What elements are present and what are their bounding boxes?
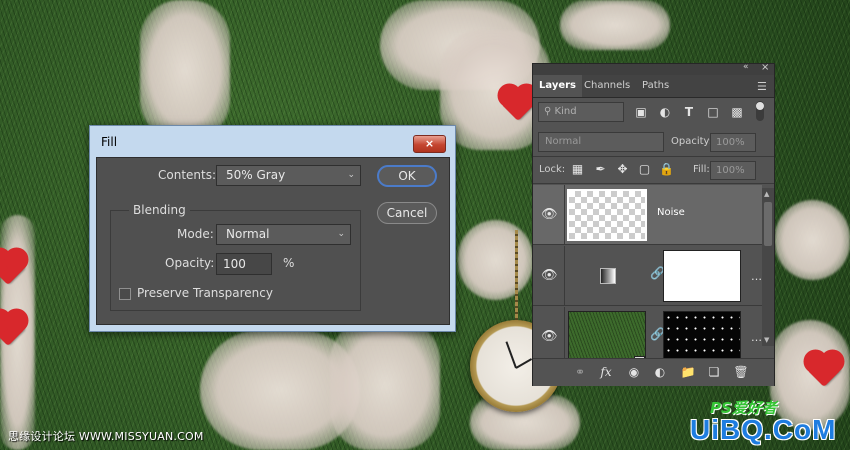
preserve-transparency-label[interactable]: Preserve Transparency (137, 286, 273, 300)
scroll-up-icon[interactable]: ▲ (764, 190, 769, 198)
opacity-unit: % (283, 256, 295, 270)
visibility-eye-icon[interactable]: 👁 (541, 207, 558, 223)
watermark-left: 思缘设计论坛 WWW.MISSYUAN.COM (8, 430, 204, 443)
mode-label: Mode: (177, 227, 214, 241)
new-layer-icon[interactable]: ❏ (705, 364, 723, 380)
visibility-eye-icon[interactable]: 👁 (541, 329, 558, 345)
collapse-icon[interactable]: « (743, 62, 749, 72)
mode-select[interactable]: Normal ⌄ (216, 224, 351, 245)
watermark-logo: UiBQ.CoM (690, 414, 837, 445)
shape-filter-icon[interactable]: □ (705, 104, 721, 120)
filter-kind-placeholder: Kind (554, 106, 577, 117)
mask-icon[interactable]: ◉ (625, 364, 643, 380)
layer-mask-thumbnail[interactable] (663, 311, 741, 363)
lock-transparent-icon[interactable]: ▦ (570, 162, 585, 177)
type-filter-icon[interactable]: T (681, 104, 697, 120)
search-icon: ⚲ (544, 106, 555, 117)
watch-chain (515, 230, 518, 325)
trash-icon[interactable]: 🗑 (732, 364, 750, 380)
dialog-titlebar[interactable]: Fill × (90, 126, 455, 156)
lock-artboard-icon[interactable]: ▢ (637, 162, 652, 177)
fur-letter-shape (140, 0, 230, 140)
ok-button[interactable]: OK (377, 165, 437, 187)
close-icon[interactable]: × (761, 62, 769, 73)
more-dots-icon: … (751, 270, 762, 283)
panel-menu-icon[interactable]: ☰ (757, 80, 767, 93)
contents-label: Contents: (158, 168, 217, 182)
opacity-input[interactable]: 100 (216, 253, 272, 275)
more-dots-icon: … (751, 331, 762, 344)
tab-layers[interactable]: Layers (533, 75, 582, 97)
fur-letter-shape (330, 320, 440, 450)
layer-row-noise[interactable]: 👁 Noise (533, 185, 762, 245)
fill-label: Fill: (693, 164, 710, 175)
tab-paths[interactable]: Paths (636, 75, 675, 97)
tab-channels[interactable]: Channels (578, 75, 636, 97)
opacity-label: Opacity: (671, 136, 713, 147)
contents-value: 50% Gray (226, 168, 286, 182)
lock-move-icon[interactable]: ✥ (615, 162, 630, 177)
filter-kind-select[interactable]: ⚲ Kind (538, 102, 624, 122)
close-icon: × (424, 137, 435, 150)
folder-icon[interactable]: 📁 (679, 364, 697, 380)
scroll-thumb[interactable] (764, 202, 772, 246)
panel-tabs: Layers Channels Paths ☰ (533, 75, 774, 98)
fill-field[interactable]: 100% (710, 161, 756, 180)
scroll-down-icon[interactable]: ▼ (764, 336, 769, 344)
dialog-title: Fill (101, 135, 118, 149)
link-icon[interactable]: ⚭ (571, 364, 589, 380)
lock-brush-icon[interactable]: ✒ (593, 162, 608, 177)
contents-select[interactable]: 50% Gray ⌄ (216, 165, 361, 186)
blend-mode-select[interactable]: Normal (538, 132, 664, 152)
visibility-eye-icon[interactable]: 👁 (541, 268, 558, 284)
panel-bottom-toolbar: ⚭ fx ◉ ◐ 📁 ❏ 🗑 (533, 358, 774, 386)
layers-panel: « × Layers Channels Paths ☰ ⚲ Kind ▣ ◐ T… (532, 62, 775, 386)
dialog-body: Contents: 50% Gray ⌄ Blending Mode: Norm… (96, 157, 450, 325)
lock-all-icon[interactable]: 🔒 (659, 162, 674, 177)
layers-scrollbar[interactable]: ▲ ▼ (762, 188, 774, 346)
layer-thumbnail (567, 189, 647, 241)
layer-name[interactable]: Noise (657, 207, 685, 218)
chevron-down-icon: ⌄ (347, 170, 355, 180)
cancel-button[interactable]: Cancel (377, 202, 437, 224)
fill-dialog: Fill × Contents: 50% Gray ⌄ Blending Mod… (89, 125, 456, 332)
fur-letter-shape (560, 0, 670, 50)
blend-mode-value: Normal (545, 136, 582, 147)
preserve-transparency-checkbox[interactable] (119, 288, 131, 300)
lock-label: Lock: (539, 164, 566, 175)
gradient-adjustment-icon (600, 268, 616, 284)
layer-mask-thumbnail[interactable] (663, 250, 741, 302)
layer-row-adjustment[interactable]: 👁 🔗 … (533, 246, 762, 306)
blending-label: Blending (129, 203, 190, 217)
fx-icon[interactable]: fx (597, 364, 615, 380)
fur-letter-shape (458, 220, 533, 300)
image-filter-icon[interactable]: ▣ (633, 104, 649, 120)
smart-object-filter-icon[interactable]: ▩ (729, 104, 745, 120)
close-button[interactable]: × (413, 135, 446, 153)
opacity-label: Opacity: (165, 256, 215, 270)
filter-toggle[interactable] (756, 101, 764, 121)
opacity-field[interactable]: 100% (710, 133, 756, 152)
chevron-down-icon: ⌄ (337, 229, 345, 239)
adjustment-filter-icon[interactable]: ◐ (657, 104, 673, 120)
mode-value: Normal (226, 227, 270, 241)
panel-topbar[interactable]: « × (533, 62, 774, 75)
adjustment-icon[interactable]: ◐ (651, 364, 669, 380)
fur-letter-shape (775, 200, 850, 280)
